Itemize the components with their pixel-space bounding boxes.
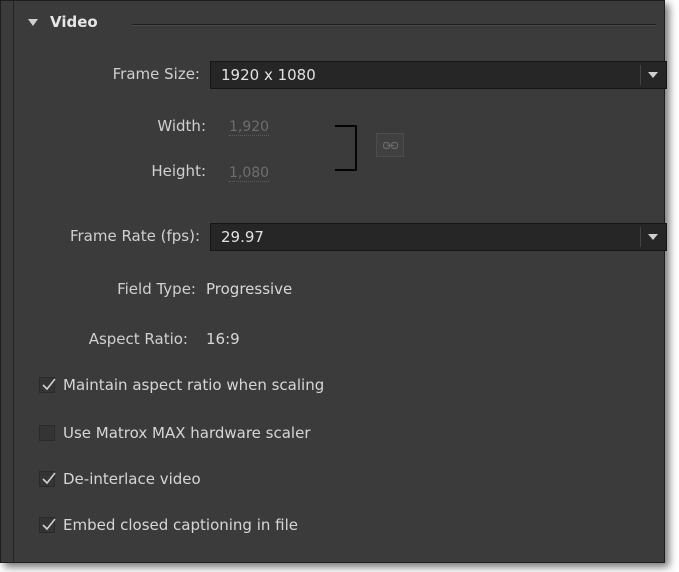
triangle-down-icon[interactable] [28, 18, 38, 26]
panel-content: Video Frame Size: 1920 x 1080 Width: 1,9… [13, 1, 667, 562]
aspect-ratio-label: Aspect Ratio: [88, 330, 188, 348]
video-section-header[interactable]: Video [28, 11, 98, 33]
aspect-ratio-value: 16:9 [206, 330, 240, 348]
checkmark-icon [42, 518, 56, 531]
maintain-aspect-ratio-checkbox[interactable] [39, 377, 56, 393]
video-settings-panel: Video Frame Size: 1920 x 1080 Width: 1,9… [0, 0, 667, 563]
link-dimensions-button[interactable] [376, 133, 404, 157]
dropdown-separator [640, 65, 641, 85]
matrox-scaler-option[interactable]: Use Matrox MAX hardware scaler [39, 422, 311, 444]
chevron-down-icon[interactable] [648, 234, 658, 240]
chevron-down-icon[interactable] [648, 72, 658, 78]
dimension-link-bracket [335, 125, 357, 171]
checkmark-icon [42, 472, 56, 485]
chain-link-icon [383, 141, 398, 150]
maintain-aspect-ratio-label: Maintain aspect ratio when scaling [63, 376, 325, 394]
deinterlace-label: De-interlace video [63, 470, 201, 488]
height-value[interactable]: 1,080 [229, 165, 270, 182]
field-type-label: Field Type: [117, 280, 196, 298]
closed-captioning-label: Embed closed captioning in file [63, 516, 298, 534]
matrox-scaler-label: Use Matrox MAX hardware scaler [63, 424, 311, 442]
dropdown-separator [640, 227, 641, 247]
frame-size-label: Frame Size: [112, 65, 200, 83]
checkmark-icon [42, 378, 56, 391]
closed-captioning-option[interactable]: Embed closed captioning in file [39, 514, 298, 536]
maintain-aspect-ratio-option[interactable]: Maintain aspect ratio when scaling [39, 374, 324, 396]
deinterlace-checkbox[interactable] [39, 471, 56, 487]
matrox-scaler-checkbox[interactable] [39, 425, 55, 441]
deinterlace-option[interactable]: De-interlace video [39, 468, 201, 490]
frame-rate-dropdown[interactable]: 29.97 [210, 223, 667, 251]
field-type-value: Progressive [206, 280, 293, 298]
width-label: Width: [157, 117, 206, 135]
height-label: Height: [151, 162, 206, 180]
frame-rate-value: 29.97 [221, 228, 264, 246]
width-value[interactable]: 1,920 [229, 119, 270, 136]
closed-captioning-checkbox[interactable] [39, 517, 56, 533]
frame-size-value: 1920 x 1080 [221, 66, 316, 84]
frame-size-dropdown[interactable]: 1920 x 1080 [210, 61, 667, 89]
section-divider [132, 24, 656, 26]
section-title: Video [50, 13, 98, 31]
frame-rate-label: Frame Rate (fps): [69, 227, 200, 245]
